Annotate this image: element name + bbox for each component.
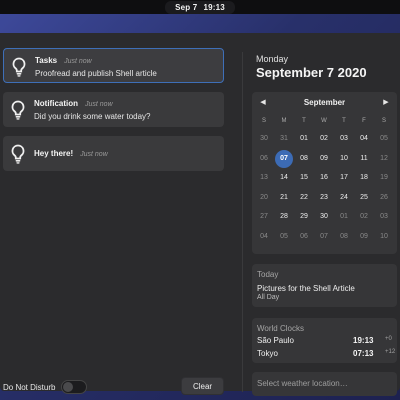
calendar-day[interactable]: 08	[335, 228, 353, 246]
world-clock-row: São Paulo 19:13 +0	[257, 336, 394, 346]
world-clock-offset: +0	[385, 336, 392, 342]
calendar-header: ◀ September ▶	[252, 98, 397, 108]
calendar-day[interactable]: 24	[335, 189, 353, 207]
calendar-day[interactable]: 17	[335, 169, 353, 187]
calendar-day[interactable]: 23	[315, 189, 333, 207]
calendar-day[interactable]: 09	[315, 150, 333, 168]
weather-location-placeholder: Select weather location…	[257, 379, 348, 388]
calendar-day[interactable]: 16	[315, 169, 333, 187]
calendar-day[interactable]: 21	[275, 189, 293, 207]
notification-title: Hey there!	[34, 149, 74, 158]
calendar-day[interactable]: 27	[255, 208, 273, 226]
world-clock-offset: +12	[385, 349, 396, 355]
calendar-day[interactable]: 30	[315, 208, 333, 226]
calendar-day[interactable]: 19	[375, 169, 393, 187]
notification-body: Did you drink some water today?	[34, 112, 151, 121]
notification-card[interactable]: Notification Just now Did you drink some w…	[3, 92, 224, 127]
next-month-icon[interactable]: ▶	[381, 98, 391, 108]
calendar-weekday: T	[342, 118, 346, 124]
calendar-day[interactable]: 10	[375, 228, 393, 246]
notification-title: Tasks	[35, 56, 58, 65]
do-not-disturb-toggle[interactable]	[61, 380, 87, 394]
calendar-day[interactable]: 31	[275, 130, 293, 148]
notification-time: Just now	[64, 58, 92, 65]
calendar-day[interactable]: 04	[355, 130, 373, 148]
calendar-weekday: F	[362, 118, 366, 124]
calendar-day[interactable]: 04	[255, 228, 273, 246]
calendar-weekday-row: SMTWTFS	[252, 118, 397, 128]
date-menu-popover: Tasks Just now Proofread and publish Shell…	[0, 33, 400, 396]
calendar-day[interactable]: 05	[275, 228, 293, 246]
calendar-weekday: S	[261, 118, 266, 124]
notification-header: Tasks Just now	[35, 56, 92, 65]
clear-button[interactable]: Clear	[181, 377, 224, 395]
weekday-label[interactable]: Monday	[256, 54, 288, 64]
world-clocks-header: World Clocks	[257, 324, 304, 333]
lightbulb-icon	[11, 100, 25, 120]
calendar-day-today[interactable]: 07	[275, 149, 293, 168]
calendar-day[interactable]: 30	[255, 130, 273, 148]
notification-card[interactable]: Hey there! Just now	[3, 136, 224, 171]
calendar-day[interactable]: 06	[295, 228, 313, 246]
calendar-weekday: M	[281, 118, 287, 124]
top-bar-date: Sep 7	[175, 2, 198, 12]
calendar-day[interactable]: 06	[255, 150, 273, 168]
calendar-day[interactable]: 22	[295, 189, 313, 207]
world-clocks-card[interactable]: World Clocks São Paulo 19:13 +0 Tokyo 07…	[252, 318, 397, 363]
calendar: ◀ September ▶ SMTWTFS 30 31 01 02 03 04 05 06 07…	[252, 92, 397, 254]
calendar-day[interactable]: 25	[355, 189, 373, 207]
world-clock-city: São Paulo	[257, 336, 294, 345]
notification-time: Just now	[85, 101, 113, 108]
column-divider	[242, 52, 243, 392]
world-clock-time: 19:13	[353, 336, 374, 345]
calendar-day[interactable]: 20	[255, 189, 273, 207]
weather-card[interactable]: Select weather location…	[252, 372, 397, 396]
notification-header: Hey there! Just now	[34, 149, 108, 158]
top-bar-time: 19:13	[203, 2, 225, 12]
lightbulb-icon	[12, 57, 26, 77]
calendar-month-label: September	[303, 98, 346, 107]
events-header: Today	[257, 270, 279, 279]
calendar-day[interactable]: 09	[355, 228, 373, 246]
calendar-weekday: W	[321, 118, 327, 124]
date-time-button[interactable]: Sep 7 19:13	[165, 0, 235, 14]
calendar-weekday: S	[381, 118, 386, 124]
calendar-day[interactable]: 02	[355, 208, 373, 226]
world-clock-row: Tokyo 07:13 +12	[257, 349, 396, 359]
top-bar: Sep 7 19:13	[0, 0, 400, 14]
calendar-day[interactable]: 14	[275, 169, 293, 187]
notification-body: Proofread and publish Shell article	[35, 69, 157, 78]
calendar-day[interactable]: 26	[375, 189, 393, 207]
calendar-day[interactable]: 05	[375, 130, 393, 148]
calendar-day[interactable]: 18	[355, 169, 373, 187]
notification-card[interactable]: Tasks Just now Proofread and publish Shell…	[3, 48, 224, 83]
lightbulb-icon	[11, 144, 25, 164]
calendar-day[interactable]: 28	[275, 208, 293, 226]
toggle-knob	[63, 382, 73, 392]
world-clock-time: 07:13	[353, 349, 374, 358]
calendar-day[interactable]: 15	[295, 169, 313, 187]
notification-title: Notification	[34, 99, 78, 108]
calendar-day[interactable]: 02	[315, 130, 333, 148]
calendar-day[interactable]: 08	[295, 150, 313, 168]
full-date-label[interactable]: September 7 2020	[256, 65, 367, 80]
notification-header: Notification Just now	[34, 99, 113, 108]
calendar-day[interactable]: 03	[375, 208, 393, 226]
calendar-day[interactable]: 13	[255, 169, 273, 187]
notification-time: Just now	[80, 151, 108, 158]
calendar-day[interactable]: 29	[295, 208, 313, 226]
calendar-day[interactable]: 11	[355, 150, 373, 168]
calendar-day[interactable]: 12	[375, 150, 393, 168]
calendar-day[interactable]: 01	[335, 208, 353, 226]
calendar-day[interactable]: 10	[335, 150, 353, 168]
events-card[interactable]: Today Pictures for the Shell Article All…	[252, 264, 397, 307]
calendar-day[interactable]: 03	[335, 130, 353, 148]
event-title: Pictures for the Shell Article	[257, 284, 355, 293]
event-time: All Day	[257, 294, 280, 301]
calendar-day[interactable]: 07	[315, 228, 333, 246]
do-not-disturb-label: Do Not Disturb	[3, 382, 56, 392]
calendar-weekday: T	[302, 118, 306, 124]
world-clock-city: Tokyo	[257, 349, 278, 358]
calendar-day[interactable]: 01	[295, 130, 313, 148]
